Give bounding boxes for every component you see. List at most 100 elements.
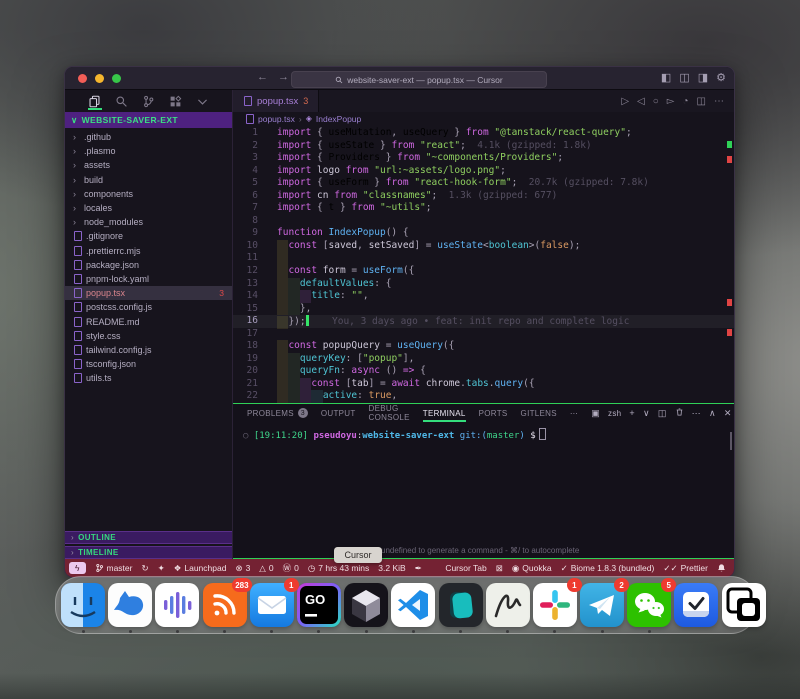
close-panel-icon[interactable]: ✕ xyxy=(724,408,732,419)
tree-item-tailwind-config-js[interactable]: tailwind.config.js xyxy=(65,343,232,357)
dock-app-slack[interactable]: 1 xyxy=(533,583,577,627)
status-git-branch[interactable]: master xyxy=(95,563,133,573)
status-cursor-tab[interactable]: Cursor Tab xyxy=(445,563,486,573)
tree-item-popup-tsx[interactable]: popup.tsx3 xyxy=(65,286,232,300)
status-problems-warnings[interactable]: △0 xyxy=(259,563,273,574)
dock-app-scribble[interactable] xyxy=(486,583,530,627)
tree-item-tsconfig-json[interactable]: tsconfig.json xyxy=(65,357,232,371)
explorer-root-header[interactable]: ∨ WEBSITE-SAVER-EXT xyxy=(65,112,232,128)
outline-section-header[interactable]: › OUTLINE xyxy=(65,531,232,544)
panel-tab-ports[interactable]: PORTS xyxy=(479,404,508,422)
tree-item-locales[interactable]: ›locales xyxy=(65,201,232,215)
tree-item-node-modules[interactable]: ›node_modules xyxy=(65,215,232,229)
activity-more-views-icon[interactable] xyxy=(196,93,210,109)
panel-tab-gitlens[interactable]: GITLENS xyxy=(521,404,557,422)
status-notifications[interactable] xyxy=(717,563,726,573)
kill-terminal-icon[interactable] xyxy=(675,407,684,419)
status-prettier[interactable]: ✓✓Prettier xyxy=(663,563,708,574)
new-terminal-icon[interactable]: + xyxy=(629,408,635,418)
timeline-section-header[interactable]: › TIMELINE xyxy=(65,546,232,559)
status-feather-indicator[interactable]: ✒ xyxy=(415,563,422,574)
status-sync-changes[interactable]: ↻ xyxy=(141,563,148,574)
profile-dropdown-icon[interactable]: ∨ xyxy=(643,408,650,419)
panel-tab-output[interactable]: OUTPUT xyxy=(321,404,356,422)
tree-item-postcss-config-js[interactable]: postcss.config.js xyxy=(65,300,232,314)
status-remote-indicator[interactable]: ϟ xyxy=(69,562,86,574)
timeline-icon[interactable]: ◔ xyxy=(683,96,689,107)
tree-item-pnpm-lock-yaml[interactable]: pnpm-lock.yaml xyxy=(65,272,232,286)
activity-extensions-icon[interactable] xyxy=(169,93,183,109)
settings-gear-icon[interactable]: ⚙ xyxy=(716,71,726,86)
panel-tab-debug-console[interactable]: DEBUG CONSOLE xyxy=(369,404,410,422)
more-actions-icon[interactable]: ⋯ xyxy=(714,96,724,107)
breadcrumb[interactable]: popup.tsx › ◈ IndexPopup xyxy=(233,112,734,125)
maximize-panel-icon[interactable]: ∧ xyxy=(709,408,716,419)
dock-app-cursor[interactable] xyxy=(344,583,388,627)
terminal-profile-icon[interactable]: ▣ xyxy=(591,408,600,419)
tree-item--prettierrc-mjs[interactable]: .prettierrc.mjs xyxy=(65,244,232,258)
dock-app-finder[interactable] xyxy=(61,583,105,627)
breadcrumb-symbol[interactable]: IndexPopup xyxy=(316,114,361,124)
status-quokka[interactable]: ◉Quokka xyxy=(512,563,552,574)
status-biome[interactable]: ✓Biome 1.8.3 (bundled) xyxy=(561,563,655,574)
terminal-scrollbar[interactable] xyxy=(730,432,732,450)
panel-tab--[interactable]: ⋯ xyxy=(570,404,578,422)
history-back-button[interactable]: ← xyxy=(257,71,268,83)
dock-app-teal-card[interactable] xyxy=(439,583,483,627)
activity-source-control-icon[interactable] xyxy=(142,93,156,109)
tree-item--gitignore[interactable]: .gitignore xyxy=(65,229,232,243)
dock-app-wechat[interactable]: 5 xyxy=(627,583,671,627)
status-file-size[interactable]: 3.2 KiB xyxy=(378,563,405,573)
dock-app-mail[interactable]: 1 xyxy=(250,583,294,627)
dock-app-fox[interactable] xyxy=(108,583,152,627)
layout-sidebar-left-icon[interactable]: ◧ xyxy=(661,71,671,86)
dock-app-things[interactable] xyxy=(674,583,718,627)
terminal[interactable]: ○ [19:11:20] pseudoyu:website-saver-ext … xyxy=(243,428,724,441)
activity-explorer-icon[interactable] xyxy=(88,93,102,109)
panel-tab-terminal[interactable]: TERMINAL xyxy=(423,404,466,422)
nav-circle-icon[interactable]: ○ xyxy=(653,96,659,107)
tab-popup-tsx[interactable]: popup.tsx 3 xyxy=(233,90,319,112)
tree-item--plasmo[interactable]: ›.plasmo xyxy=(65,144,232,158)
split-terminal-icon[interactable]: ◫ xyxy=(658,408,667,419)
code-editor[interactable]: 1import { useMutation, useQuery } from "… xyxy=(233,127,734,403)
split-editor-icon[interactable]: ◫ xyxy=(697,96,706,107)
status-wakatime[interactable]: ◷7 hrs 43 mins xyxy=(308,563,369,574)
status-boxed-icon[interactable]: ⊠ xyxy=(496,563,503,574)
dock-app-vscode[interactable] xyxy=(391,583,435,627)
more-actions-icon[interactable]: ⋯ xyxy=(692,408,701,419)
dock-app-rss-reader[interactable]: 283 xyxy=(203,583,247,627)
status-plasmo-indicator[interactable]: ✦ xyxy=(158,563,165,574)
status-gitlens-launchpad[interactable]: ❖Launchpad xyxy=(174,563,227,574)
breadcrumb-file[interactable]: popup.tsx xyxy=(258,114,295,124)
dock-app-telegram[interactable]: 2 xyxy=(580,583,624,627)
nav-forward-icon[interactable]: ▻ xyxy=(667,96,675,107)
tree-item-build[interactable]: ›build xyxy=(65,173,232,187)
command-center-search[interactable]: website-saver-ext — popup.tsx — Cursor xyxy=(291,71,547,88)
tree-item--github[interactable]: ›.github xyxy=(65,130,232,144)
dock-app-goland[interactable]: GO xyxy=(297,583,341,627)
tree-item-components[interactable]: ›components xyxy=(65,187,232,201)
tree-item-readme-md[interactable]: README.md xyxy=(65,314,232,328)
tree-item-assets[interactable]: ›assets xyxy=(65,158,232,172)
dock-app-bw-squares[interactable] xyxy=(722,583,766,627)
layout-sidebar-right-icon[interactable]: ◨ xyxy=(698,71,708,86)
tree-item-package-json[interactable]: package.json xyxy=(65,258,232,272)
titlebar[interactable]: ← → website-saver-ext — popup.tsx — Curs… xyxy=(65,67,734,90)
tree-item-utils-ts[interactable]: utils.ts xyxy=(65,371,232,385)
close-window-button[interactable] xyxy=(78,74,87,83)
status-w-counter[interactable]: Ⓦ0 xyxy=(283,562,299,574)
panel-tab-problems[interactable]: PROBLEMS3 xyxy=(247,404,308,422)
nav-back-icon[interactable]: ◁ xyxy=(637,96,645,107)
dock-app-waveform[interactable] xyxy=(155,583,199,627)
layout-panel-icon[interactable]: ◫ xyxy=(679,71,689,86)
zoom-window-button[interactable] xyxy=(112,74,121,83)
minimize-window-button[interactable] xyxy=(95,74,104,83)
tree-item-label: build xyxy=(84,175,103,185)
activity-search-icon[interactable] xyxy=(115,93,129,109)
chevron-right-icon: › xyxy=(299,114,302,124)
tree-item-style-css[interactable]: style.css xyxy=(65,329,232,343)
status-problems-errors[interactable]: ⊗3 xyxy=(235,563,250,574)
run-icon[interactable]: ▷ xyxy=(621,96,629,107)
history-forward-button[interactable]: → xyxy=(278,71,289,83)
